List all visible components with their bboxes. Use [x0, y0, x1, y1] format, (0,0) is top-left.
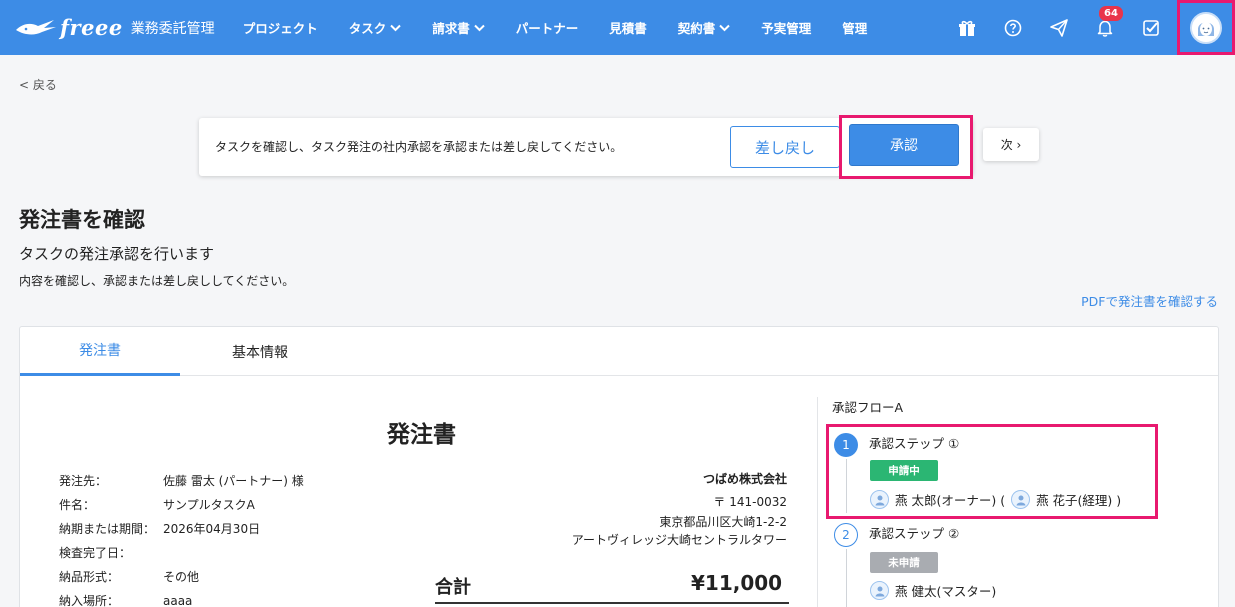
nav-quote[interactable]: 見積書 [609, 18, 647, 37]
nav-admin-label: 管理 [842, 21, 868, 36]
field-key: 納期または期間： [59, 522, 156, 536]
step-1-number: 1 [834, 433, 858, 457]
field-delivery-format: 納品形式： その他 [59, 568, 199, 585]
total-amount: ¥11,000 [691, 571, 783, 595]
bell-icon[interactable]: 64 [1093, 5, 1123, 40]
next-button[interactable]: 次 › [983, 128, 1039, 161]
nav-task-label: タスク [348, 21, 387, 36]
avatar [870, 490, 889, 509]
step-connector [846, 549, 847, 607]
top-navigation-bar: freee 業務委託管理 プロジェクト タスク 請求書 パートナー 見積書 契約… [0, 0, 1235, 55]
nav-project[interactable]: プロジェクト [243, 18, 318, 37]
tab-basic-info-label: 基本情報 [232, 344, 288, 361]
approver-name: 燕 太郎(オーナー) ( [895, 493, 1006, 508]
nav-contract-label: 契約書 [677, 21, 716, 36]
avatar [1190, 11, 1222, 44]
field-key: 件名： [59, 498, 96, 512]
nav-admin[interactable]: 管理 [842, 18, 867, 37]
user-avatar-icon [875, 495, 884, 505]
step-2-number: 2 [834, 523, 858, 547]
field-key: 発注先： [59, 474, 108, 488]
field-deadline: 納期または期間： 2026年04月30日 [59, 520, 260, 537]
tab-purchase-order-label: 発注書 [79, 343, 121, 359]
tab-bar: 発注書 基本情報 [20, 327, 1218, 376]
field-key: 検査完了日： [59, 546, 132, 560]
nav-invoice-label: 請求書 [432, 21, 470, 36]
nav-contract[interactable]: 契約書 [678, 18, 731, 37]
field-value: その他 [163, 570, 200, 584]
field-recipient: 発注先： 佐藤 雷太 (パートナー) 様 [59, 472, 304, 489]
user-avatar-button[interactable] [1177, 0, 1235, 55]
approver-name: 燕 健太(マスター) [895, 584, 997, 599]
app-logo[interactable]: freee 業務委託管理 [14, 0, 215, 55]
page-subtitle: タスクの発注承認を行います [19, 245, 215, 263]
checkbox-icon[interactable] [1139, 16, 1163, 40]
approval-flow-title: 承認フローA [832, 400, 904, 415]
nav-quote-label: 見積書 [609, 21, 647, 36]
total-underline [435, 602, 789, 604]
field-value: 2026年04月30日 [163, 522, 261, 536]
chevron-down-icon [390, 24, 401, 31]
nav-project-label: プロジェクト [242, 21, 318, 36]
approve-button[interactable]: 承認 [849, 124, 959, 166]
field-value: サンプルタスクA [163, 498, 255, 512]
step-connector [846, 459, 847, 513]
field-delivery-place: 納入場所： aaaa [59, 592, 192, 607]
back-link[interactable]: < 戻る [19, 76, 57, 93]
approval-action-bar: タスクを確認し、タスク発注の社内承認を承認または差し戻してください。 差し戻し … [199, 115, 973, 179]
document-title: 発注書 [387, 422, 456, 448]
main-nav: プロジェクト タスク 請求書 パートナー 見積書 契約書 予実管理 管理 [243, 0, 899, 55]
notification-count-badge: 64 [1099, 5, 1123, 21]
field-value: 佐藤 雷太 (パートナー) 様 [163, 474, 304, 488]
field-key: 納品形式： [59, 570, 120, 584]
step-2-label: 承認ステップ ② [869, 526, 960, 541]
logo-product-name: 業務委託管理 [130, 20, 215, 37]
user-avatar-icon [1192, 13, 1220, 42]
tab-purchase-order[interactable]: 発注書 [20, 327, 180, 376]
approve-button-highlight: 承認 [839, 115, 973, 179]
avatar [1011, 490, 1031, 509]
tab-basic-info[interactable]: 基本情報 [180, 327, 340, 376]
user-avatar-icon [1016, 495, 1026, 505]
help-icon[interactable] [1001, 16, 1025, 40]
field-subject: 件名： サンプルタスクA [59, 496, 255, 513]
field-key: 納入場所： [59, 594, 120, 607]
chevron-down-icon [474, 24, 485, 31]
approval-instruction: タスクを確認し、タスク発注の社内承認を承認または差し戻してください。 [215, 140, 623, 154]
pdf-view-link[interactable]: PDFで発注書を確認する [1081, 291, 1218, 310]
step-1-approvers: 燕 太郎(オーナー) ( 燕 花子(経理) ) [870, 490, 1121, 509]
step-2-approvers: 燕 健太(マスター) [870, 581, 996, 600]
total-label: 合計 [435, 577, 471, 598]
nav-partner-label: パートナー [515, 21, 579, 36]
field-value: aaaa [163, 594, 193, 607]
nav-budget[interactable]: 予実管理 [761, 18, 811, 37]
page-description: 内容を確認し、承認または差し戻ししてください。 [19, 274, 295, 288]
company-address-1: 東京都品川区大崎1-2-2 [659, 515, 787, 529]
header-icons: 64 [933, 0, 1235, 55]
send-icon[interactable] [1047, 16, 1071, 40]
reject-button[interactable]: 差し戻し [730, 126, 840, 168]
nav-task[interactable]: タスク [349, 18, 402, 37]
nav-budget-label: 予実管理 [761, 21, 812, 36]
step-1-label: 承認ステップ ① [869, 436, 960, 451]
gift-icon[interactable] [955, 16, 979, 40]
avatar [870, 581, 889, 600]
nav-partner[interactable]: パートナー [516, 18, 579, 37]
document-panel: 発注書 基本情報 発注書 発注先： 佐藤 雷太 (パートナー) 様 件名： サンプル… [19, 326, 1219, 607]
step-2-status-badge: 未申請 [870, 552, 938, 573]
field-inspection-date: 検査完了日： [59, 544, 163, 561]
step-1-status-badge: 申請中 [870, 460, 938, 481]
company-address-2: アートヴィレッジ大崎セントラルタワー [571, 533, 787, 547]
chevron-down-icon [719, 24, 730, 31]
company-postal: 〒 141-0032 [713, 495, 787, 509]
nav-invoice[interactable]: 請求書 [432, 18, 485, 37]
logo-freee-text: freee [60, 15, 123, 40]
approver-name: 燕 花子(経理) ) [1036, 493, 1122, 508]
user-avatar-icon [875, 586, 884, 596]
panel-divider [817, 397, 818, 607]
page-title: 発注書を確認 [19, 208, 145, 232]
swallow-logo-icon [16, 19, 56, 34]
company-name: つばめ株式会社 [702, 472, 787, 486]
